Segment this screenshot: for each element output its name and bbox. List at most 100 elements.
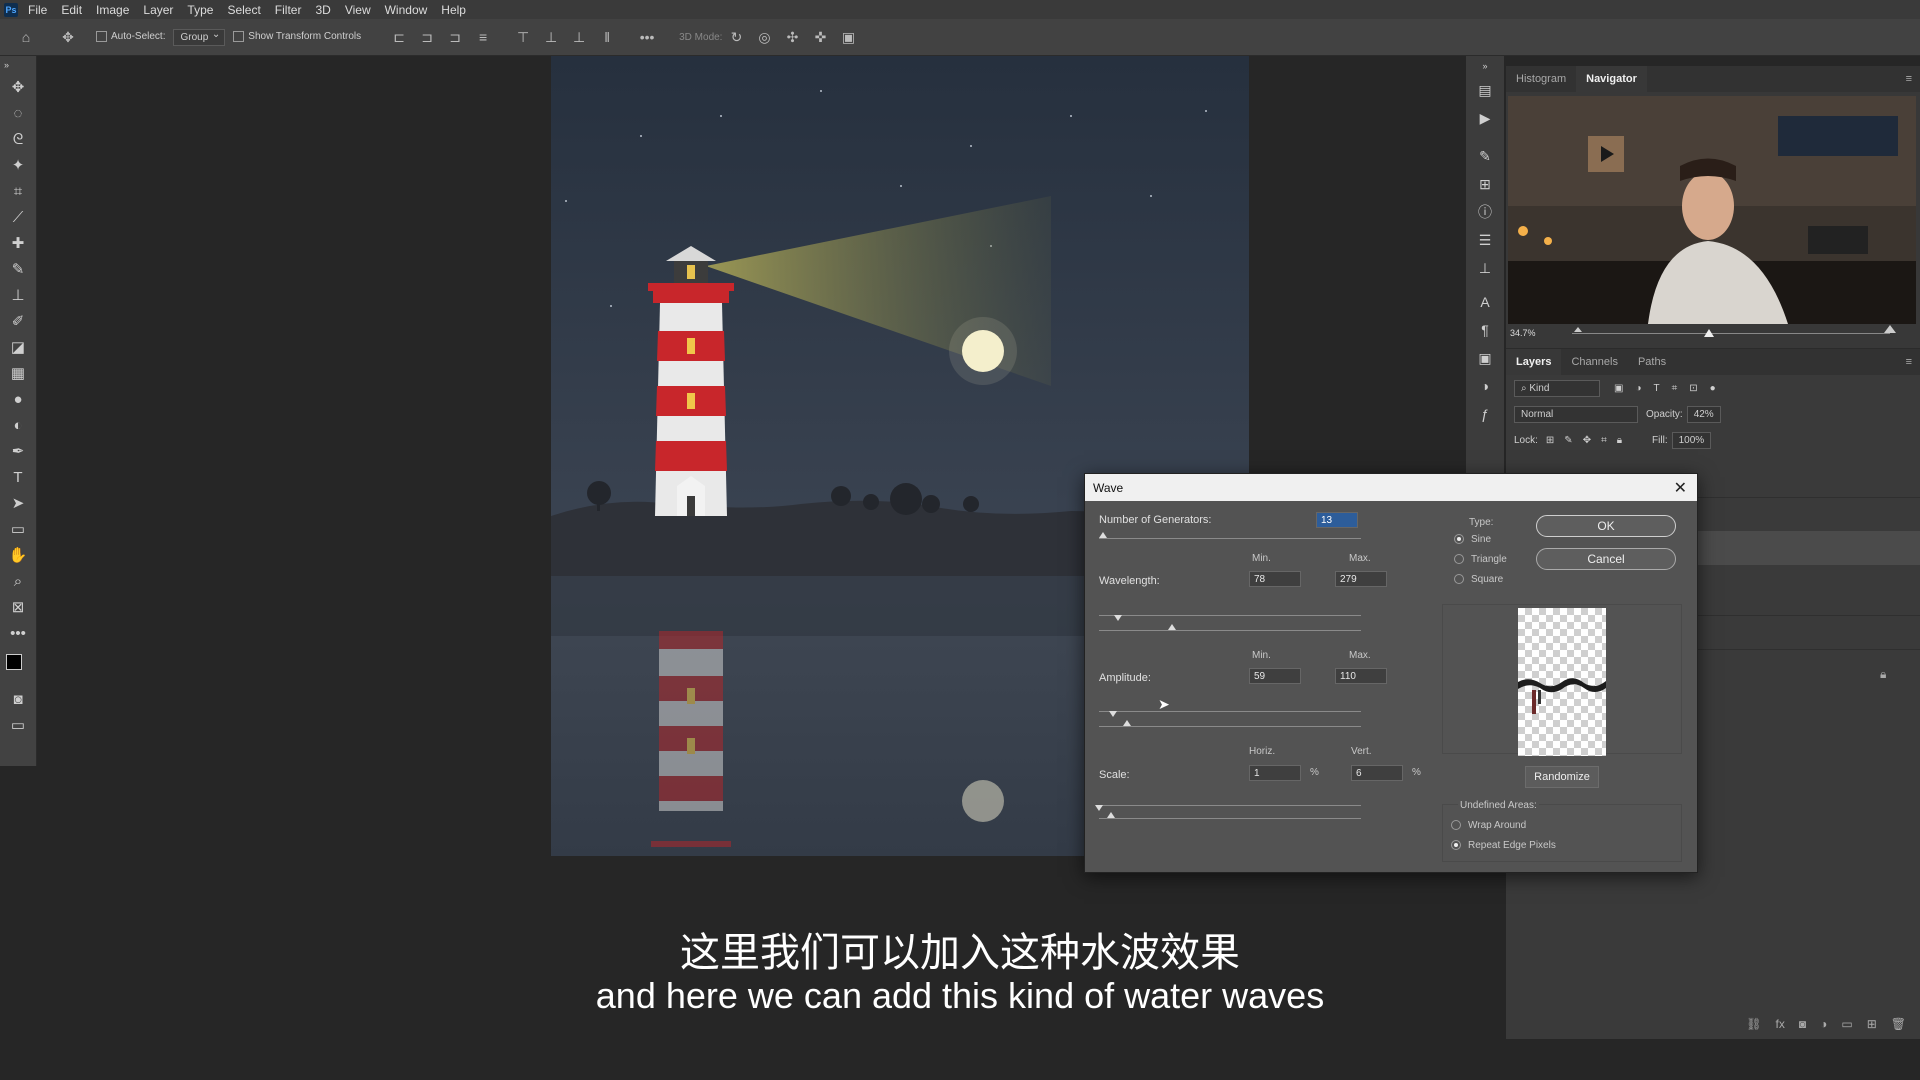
zoom-tool-icon[interactable]: ⌕ — [0, 568, 36, 594]
frame-tool-icon[interactable]: ⊠ — [0, 594, 36, 620]
path-selection-tool-icon[interactable]: ➤ — [0, 490, 36, 516]
zoom-in-icon[interactable] — [1884, 325, 1896, 333]
screen-mode-icon[interactable]: ▭ — [0, 712, 36, 738]
show-transform-checkbox[interactable] — [233, 31, 245, 43]
layers-panel-menu-icon[interactable]: ≡ — [1906, 356, 1912, 368]
menu-edit[interactable]: Edit — [61, 3, 82, 17]
align-center-icon[interactable]: ⊐ — [419, 29, 435, 45]
menu-3d[interactable]: 3D — [315, 3, 330, 17]
3d-pan-icon[interactable]: ✣ — [784, 29, 800, 45]
new-adjustment-icon[interactable]: ◑ — [1820, 1017, 1827, 1031]
amplitude-max-slider[interactable] — [1099, 726, 1361, 727]
tab-histogram[interactable]: Histogram — [1506, 66, 1576, 92]
menu-help[interactable]: Help — [441, 3, 466, 17]
character-icon[interactable]: A — [1466, 288, 1504, 316]
align-left-icon[interactable]: ⊏ — [391, 29, 407, 45]
zoom-slider-thumb[interactable] — [1704, 329, 1714, 337]
type-square-radio[interactable] — [1454, 574, 1464, 584]
new-layer-icon[interactable]: ⊞ — [1867, 1017, 1877, 1031]
filter-smart-object-icon[interactable]: ⊡ — [1689, 383, 1697, 394]
scale-vert-slider[interactable] — [1099, 818, 1361, 819]
type-square-label[interactable]: Square — [1471, 574, 1503, 585]
eraser-tool-icon[interactable]: ◪ — [0, 334, 36, 360]
zoom-out-icon[interactable] — [1574, 327, 1582, 332]
collapse-panels-icon[interactable]: » — [1466, 56, 1504, 76]
actions-play-icon[interactable]: ▶ — [1466, 104, 1504, 132]
healing-brush-tool-icon[interactable]: ✚ — [0, 230, 36, 256]
distribute-vertical-icon[interactable]: ‖ — [599, 29, 615, 45]
lock-position-icon[interactable]: ✥ — [1583, 435, 1591, 446]
add-mask-icon[interactable]: ◙ — [1799, 1017, 1806, 1031]
opacity-input[interactable]: 42% — [1686, 405, 1721, 423]
panel-menu-icon[interactable]: ≡ — [1906, 73, 1912, 85]
clone-source-icon[interactable]: ⊞ — [1466, 170, 1504, 198]
distribute-icon[interactable]: ≡ — [475, 29, 491, 45]
filter-type-icon[interactable]: T — [1654, 383, 1660, 394]
wavelength-max-input[interactable]: 279 — [1335, 571, 1387, 587]
properties-icon[interactable]: ☰ — [1466, 226, 1504, 254]
menu-select[interactable]: Select — [227, 3, 260, 17]
filter-toggle-icon[interactable]: ● — [1710, 383, 1716, 394]
filter-pixel-icon[interactable]: ▣ — [1614, 383, 1623, 394]
amplitude-min-input[interactable]: 59 — [1249, 668, 1301, 684]
3d-slide-icon[interactable]: ✜ — [812, 29, 828, 45]
lock-transparent-icon[interactable]: ⊞ — [1546, 435, 1554, 446]
align-middle-icon[interactable]: ⊥ — [543, 29, 559, 45]
3d-roll-icon[interactable]: ◎ — [756, 29, 772, 45]
collapse-icon[interactable]: » — [0, 56, 40, 74]
color-swatches[interactable] — [0, 646, 36, 686]
wavelength-min-input[interactable]: 78 — [1249, 571, 1301, 587]
repeat-edge-pixels-label[interactable]: Repeat Edge Pixels — [1468, 840, 1556, 851]
wavelength-max-thumb[interactable] — [1168, 624, 1176, 630]
magic-wand-tool-icon[interactable]: ✦ — [0, 152, 36, 178]
generators-slider-thumb[interactable] — [1099, 532, 1107, 538]
wavelength-min-thumb[interactable] — [1114, 615, 1122, 621]
zoom-level[interactable]: 34.7% — [1510, 328, 1536, 338]
new-group-icon[interactable]: ▭ — [1841, 1017, 1852, 1031]
navigator-preview[interactable] — [1508, 96, 1916, 324]
tab-channels[interactable]: Channels — [1561, 349, 1627, 375]
amplitude-min-thumb[interactable] — [1109, 711, 1117, 717]
menu-file[interactable]: File — [28, 3, 47, 17]
scale-horiz-input[interactable]: 1 — [1249, 765, 1301, 781]
tab-navigator[interactable]: Navigator — [1576, 66, 1647, 92]
randomize-button[interactable]: Randomize — [1525, 766, 1599, 788]
filter-preview[interactable] — [1518, 608, 1606, 756]
type-sine-radio[interactable] — [1454, 534, 1464, 544]
type-sine-label[interactable]: Sine — [1471, 534, 1491, 545]
type-triangle-radio[interactable] — [1454, 554, 1464, 564]
move-tool-icon[interactable]: ✥ — [60, 29, 76, 45]
tab-layers[interactable]: Layers — [1506, 349, 1562, 375]
pen-tool-icon[interactable]: ✒ — [0, 438, 36, 464]
dodge-tool-icon[interactable]: ◐ — [0, 412, 36, 438]
foreground-color-swatch[interactable] — [6, 654, 22, 670]
close-icon[interactable]: ✕ — [1674, 478, 1687, 498]
move-tool-icon[interactable]: ✥ — [0, 74, 36, 100]
scale-horiz-thumb[interactable] — [1095, 805, 1103, 811]
marquee-tool-icon[interactable]: ◌ — [0, 100, 36, 126]
clone-stamp-tool-icon[interactable]: ⊥ — [0, 282, 36, 308]
menu-image[interactable]: Image — [96, 3, 129, 17]
scale-vert-thumb[interactable] — [1107, 812, 1115, 818]
link-layers-icon[interactable]: ⛓ — [1746, 1017, 1761, 1031]
scale-horiz-slider[interactable] — [1099, 805, 1361, 806]
rectangle-tool-icon[interactable]: ▭ — [0, 516, 36, 542]
menu-view[interactable]: View — [345, 3, 371, 17]
wavelength-min-slider[interactable] — [1099, 615, 1361, 616]
ok-button[interactable]: OK — [1536, 515, 1676, 537]
filter-shape-icon[interactable]: ⌗ — [1672, 383, 1678, 394]
libraries-icon[interactable]: ▣ — [1466, 344, 1504, 372]
auto-select-dropdown[interactable]: Group — [173, 28, 226, 46]
color-icon[interactable]: ◑ — [1466, 372, 1504, 400]
amplitude-max-thumb[interactable] — [1123, 720, 1131, 726]
more-options-icon[interactable]: ••• — [639, 29, 655, 45]
delete-layer-icon[interactable]: 🗑︎ — [1891, 1017, 1906, 1031]
wrap-around-radio[interactable] — [1451, 820, 1461, 830]
brush-settings-icon[interactable]: ✎ — [1466, 142, 1504, 170]
menu-type[interactable]: Type — [187, 3, 213, 17]
crop-tool-icon[interactable]: ⌗ — [0, 178, 36, 204]
history-brush-tool-icon[interactable]: ✐ — [0, 308, 36, 334]
align-top-icon[interactable]: ⊤ — [515, 29, 531, 45]
amplitude-min-slider[interactable] — [1099, 711, 1361, 712]
paragraph-icon[interactable]: ¶ — [1466, 316, 1504, 344]
